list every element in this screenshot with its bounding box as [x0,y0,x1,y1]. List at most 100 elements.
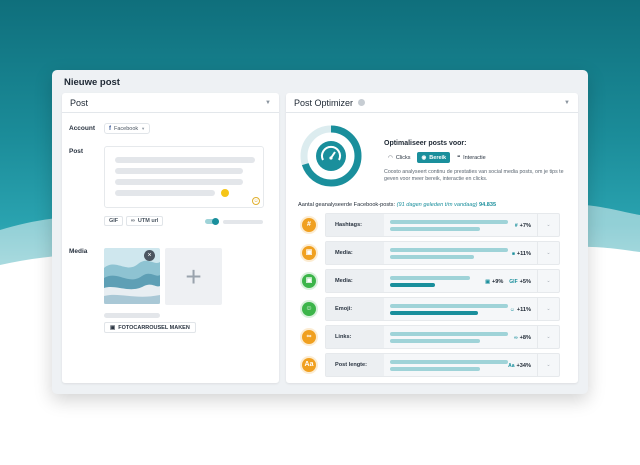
cursor-icon: ◠ [388,154,393,161]
chevron-down-icon[interactable]: ⌄ [537,298,559,320]
emoji-marker [221,189,229,197]
metric-bar [390,339,480,343]
metric-row[interactable]: ▣ Media: ■ +11% ⌄ [298,241,560,265]
metric-delta-value: +5% [519,279,531,285]
metric-bar [390,311,478,315]
optimizer-title: Post Optimizer [294,97,354,108]
metric-delta-value: +7% [519,223,531,229]
post-panel: Post ▼ Account f Facebook ▼ Post ☺ GIF ∞… [62,93,279,383]
metric-card: Media: ▣ +9% GIF +5% ⌄ [325,269,560,293]
metric-delta-icon: GIF [509,279,518,285]
chat-icon: ❝ [457,154,461,161]
account-select[interactable]: f Facebook ▼ [104,123,151,134]
metric-deltas: ▣ +9% GIF +5% [485,279,531,285]
metric-row[interactable]: Aa Post lengte: Aa +34% ⌄ [298,353,560,377]
metric-status-icon: ∞ [302,330,316,344]
metric-name: Emoji: [326,298,384,320]
metric-bar [390,304,508,308]
slider-track[interactable] [223,220,263,224]
metric-deltas: ■ +11% [512,251,531,257]
optimize-title: Optimaliseer posts voor: [384,140,467,147]
metric-delta-value: +9% [491,279,504,285]
emoji-picker-icon[interactable]: ☺ [252,197,260,205]
analyzed-label: Aantal geanalyseerde Facebook-posts: [298,202,396,208]
metric-deltas: ∞ +8% [514,335,531,341]
metric-name: Post lengte: [326,354,384,376]
chevron-down-icon[interactable]: ⌄ [537,214,559,236]
metric-delta-icon: ▣ [485,279,490,285]
metric-bar [390,332,508,336]
optimize-mode-selector: ◠ Clicks ◉ Bereik ❝ Interactie [384,152,490,163]
metric-name: Hashtags: [326,214,384,236]
eye-icon: ◉ [421,154,427,161]
account-label: Account [69,125,95,132]
chevron-down-icon[interactable]: ▼ [564,100,570,106]
metric-bar [390,227,480,231]
chevron-down-icon: ▼ [141,126,146,131]
post-label: Post [69,148,84,155]
metric-deltas: ☺ +11% [510,307,531,313]
metric-delta-icon: ∞ [514,335,518,341]
score-gauge [298,123,364,189]
chevron-down-icon[interactable]: ⌄ [537,270,559,292]
analyzed-count: 94.835 [479,202,497,208]
mode-interaction-button[interactable]: ❝ Interactie [453,152,490,163]
metric-delta-icon: # [514,223,518,229]
metric-bar [390,255,474,259]
gif-label: GIF [109,218,119,224]
metric-delta-value: +11% [516,251,531,257]
metric-row[interactable]: ☺ Emoji: ☺ +11% ⌄ [298,297,560,321]
metric-bar [390,367,480,371]
metric-status-icon: # [302,218,316,232]
placeholder-line [104,313,160,318]
info-icon[interactable] [358,99,366,106]
mode-clicks-button[interactable]: ◠ Clicks [384,152,414,163]
metric-bar [390,220,508,224]
metric-deltas: Aa +34% [508,363,531,369]
placeholder-line [115,179,243,185]
metric-card: Links: ∞ +8% ⌄ [325,325,560,349]
analyzed-posts-summary: Aantal geanalyseerde Facebook-posts: (91… [298,202,496,208]
metric-bar [390,248,508,252]
photo-carousel-button[interactable]: ▣ FOTOCARROUSEL MAKEN [104,322,196,333]
toggle-knob[interactable] [212,218,219,225]
metric-row[interactable]: ▣ Media: ▣ +9% GIF +5% ⌄ [298,269,560,293]
metric-name: Media: [326,242,384,264]
chevron-down-icon[interactable]: ▼ [265,100,271,106]
metric-card: Emoji: ☺ +11% ⌄ [325,297,560,321]
new-post-window: Nieuwe post Post ▼ Account f Facebook ▼ … [52,70,588,394]
post-panel-title: Post [70,97,89,108]
remove-media-icon[interactable]: × [144,250,155,261]
post-panel-header[interactable]: Post ▼ [62,93,279,113]
post-text-editor[interactable]: ☺ [104,146,264,208]
metric-row[interactable]: # Hashtags: # +7% ⌄ [298,213,560,237]
chevron-down-icon[interactable]: ⌄ [537,326,559,348]
metric-row[interactable]: ∞ Links: ∞ +8% ⌄ [298,325,560,349]
metric-delta-icon: ■ [511,251,515,257]
optimizer-panel-header[interactable]: Post Optimizer ▼ [286,93,578,113]
metric-delta-value: +11% [516,307,531,313]
metric-card: Post lengte: Aa +34% ⌄ [325,353,560,377]
optimizer-description: Coosto analyseert continu de prestaties … [384,169,564,182]
metric-bar [390,276,470,280]
window-title: Nieuwe post [64,77,120,88]
gif-button[interactable]: GIF [104,216,124,226]
metric-delta-icon: Aa [508,363,515,369]
utm-url-button[interactable]: ∞ UTM url [126,216,164,226]
mode-reach-button[interactable]: ◉ Bereik [417,152,451,163]
metric-bar [390,360,508,364]
add-media-button[interactable]: + [165,248,222,305]
account-value: Facebook [114,125,139,132]
metric-delta-icon: ☺ [509,307,515,313]
mode-label: Interactie [463,154,486,161]
metric-deltas: # +7% [515,223,531,229]
chevron-down-icon[interactable]: ⌄ [537,242,559,264]
metric-status-icon: ▣ [302,246,316,260]
metric-name: Links: [326,326,384,348]
chevron-down-icon[interactable]: ⌄ [537,354,559,376]
metric-status-icon: Aa [302,358,316,372]
metric-status-icon: ☺ [302,302,316,316]
placeholder-line [115,190,215,196]
image-icon: ▣ [110,324,116,331]
facebook-icon: f [109,125,111,132]
